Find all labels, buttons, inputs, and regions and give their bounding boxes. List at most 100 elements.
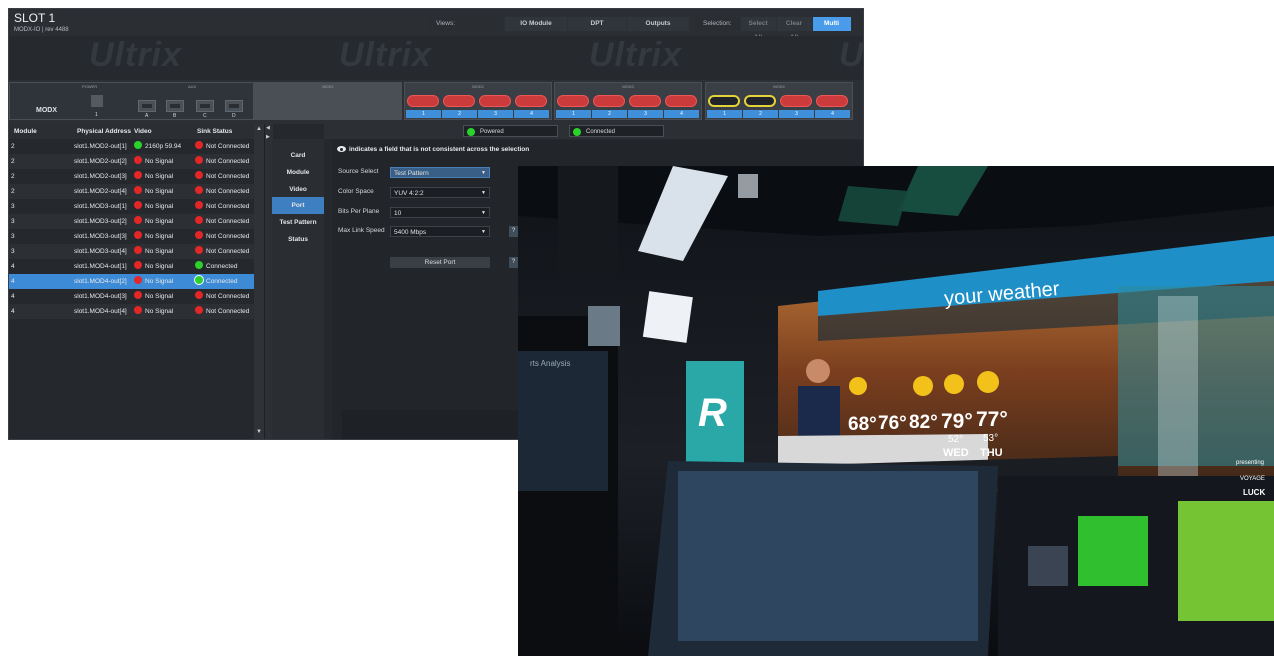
- sink-status-icon: [195, 261, 203, 269]
- panel-header: SLOT 1 MODX-IO | rev 4488 Views: IO Modu…: [9, 9, 863, 41]
- slot-subtitle: MODX-IO | rev 4488: [14, 27, 69, 33]
- port-indicator[interactable]: [557, 95, 589, 107]
- tab-port[interactable]: Port: [272, 197, 324, 214]
- scroll-down-icon[interactable]: ▼: [256, 429, 262, 435]
- sink-status-text: Not Connected: [206, 143, 250, 150]
- mod3-label: MOD3: [622, 84, 634, 89]
- port-number: 1: [707, 110, 742, 118]
- video-cell: No Signal: [134, 184, 173, 199]
- address-cell: slot1.MOD4-out[4]: [74, 308, 127, 315]
- aux-a-port[interactable]: [138, 100, 156, 112]
- low-temp-thu: 53°: [983, 433, 999, 444]
- table-row[interactable]: 3 slot1.MOD3-out[2] No Signal Not Connected: [9, 214, 264, 229]
- sink-cell: Not Connected: [195, 139, 249, 154]
- mod4-block: MOD4 1 2 3 4: [705, 82, 853, 120]
- select-all-button[interactable]: Select All: [740, 17, 776, 41]
- clear-all-button[interactable]: Clear All: [776, 17, 812, 41]
- video-status-icon: [134, 276, 142, 284]
- source-select-dropdown[interactable]: Test Pattern ▼: [390, 167, 490, 178]
- port-indicator[interactable]: [479, 95, 511, 107]
- table-row[interactable]: 4 slot1.MOD4-out[4] No Signal Not Connected: [9, 304, 264, 319]
- help-button[interactable]: ?: [509, 257, 518, 268]
- module-diagram: MODX POWER 1 AUX A B C D MOD1 MOD2 1 2 3: [9, 80, 863, 124]
- port-indicator[interactable]: [515, 95, 547, 107]
- aux-d-port[interactable]: [225, 100, 243, 112]
- port-indicator[interactable]: [665, 95, 697, 107]
- port-indicator[interactable]: [816, 95, 848, 107]
- table-row[interactable]: 2 slot1.MOD2-out[1] 2160p 59.94 Not Connect…: [9, 139, 264, 154]
- sink-status-icon: [195, 231, 203, 239]
- tab-video[interactable]: Video: [272, 181, 324, 198]
- outputs-button[interactable]: Outputs: [627, 17, 689, 31]
- tab-module[interactable]: Module: [272, 164, 324, 181]
- tab-test-pattern[interactable]: Test Pattern: [272, 214, 324, 231]
- table-row[interactable]: 4 slot1.MOD4-out[1] No Signal Connected: [9, 259, 264, 274]
- tab-status[interactable]: Status: [272, 231, 324, 248]
- video-status-text: No Signal: [145, 233, 174, 240]
- video-status-icon: [134, 291, 142, 299]
- col-address[interactable]: Physical Address: [77, 124, 131, 139]
- address-cell: slot1.MOD2-out[4]: [74, 188, 127, 195]
- table-row[interactable]: 2 slot1.MOD2-out[2] No Signal Not Connected: [9, 154, 264, 169]
- port-indicator[interactable]: [593, 95, 625, 107]
- chevron-down-icon: ▼: [481, 229, 486, 235]
- address-cell: slot1.MOD4-out[1]: [74, 263, 127, 270]
- bits-per-plane-dropdown[interactable]: 10 ▼: [390, 207, 490, 218]
- table-row[interactable]: 2 slot1.MOD2-out[4] No Signal Not Connected: [9, 184, 264, 199]
- aux-c-port[interactable]: [196, 100, 214, 112]
- io-module-button[interactable]: IO Module: [505, 17, 567, 31]
- video-cell: No Signal: [134, 229, 173, 244]
- table-row[interactable]: 3 slot1.MOD3-out[1] No Signal Not Connected: [9, 199, 264, 214]
- max-link-speed-dropdown[interactable]: 5400 Mbps ▼: [390, 226, 490, 237]
- sink-cell: Not Connected: [195, 184, 249, 199]
- expand-right-icon[interactable]: ▶: [266, 134, 270, 140]
- color-space-dropdown[interactable]: YUV 4:2:2 ▼: [390, 187, 490, 198]
- table-row[interactable]: 4 slot1.MOD4-out[2] No Signal Connected: [9, 274, 264, 289]
- sink-status-text: Connected: [206, 278, 238, 285]
- dpt-button[interactable]: DPT: [568, 17, 626, 31]
- port-indicator-selected[interactable]: [708, 95, 740, 107]
- table-row[interactable]: 4 slot1.MOD4-out[3] No Signal Not Connected: [9, 289, 264, 304]
- scroll-up-icon[interactable]: ▲: [256, 126, 262, 132]
- sink-status-text: Not Connected: [206, 293, 250, 300]
- address-cell: slot1.MOD3-out[1]: [74, 203, 127, 210]
- table-scrollbar[interactable]: ▲ ▼: [254, 124, 264, 439]
- sink-status-text: Not Connected: [206, 218, 250, 225]
- sink-cell: Not Connected: [195, 229, 249, 244]
- port-number: 4: [514, 110, 549, 118]
- inconsistency-note: indicates a field that is not consistent…: [337, 146, 529, 153]
- watermark-logo: Ultrix: [839, 36, 863, 74]
- video-status-text: No Signal: [145, 158, 174, 165]
- collapse-left-icon[interactable]: ◀: [266, 125, 270, 131]
- temp-1: 68°: [848, 414, 877, 435]
- table-row[interactable]: 2 slot1.MOD2-out[3] No Signal Not Connected: [9, 169, 264, 184]
- port-indicator-selected[interactable]: [744, 95, 776, 107]
- reset-port-button[interactable]: Reset Port: [390, 257, 490, 268]
- aux-b-port[interactable]: [166, 100, 184, 112]
- table-row[interactable]: 3 slot1.MOD3-out[4] No Signal Not Connected: [9, 244, 264, 259]
- multi-button[interactable]: Multi: [812, 17, 851, 31]
- port-indicator[interactable]: [443, 95, 475, 107]
- address-cell: slot1.MOD4-out[3]: [74, 293, 127, 300]
- power-label: POWER: [82, 84, 98, 89]
- col-video[interactable]: Video: [134, 124, 152, 139]
- port-indicator[interactable]: [629, 95, 661, 107]
- col-sink[interactable]: Sink Status: [197, 124, 232, 139]
- video-cell: 2160p 59.94: [134, 139, 181, 154]
- address-cell: slot1.MOD2-out[1]: [74, 143, 127, 150]
- port-indicator[interactable]: [780, 95, 812, 107]
- tab-card[interactable]: Card: [272, 147, 324, 164]
- video-status-icon: [134, 231, 142, 239]
- low-temp-wed: 52°: [948, 434, 964, 445]
- table-row[interactable]: 3 slot1.MOD3-out[3] No Signal Not Connected: [9, 229, 264, 244]
- address-cell: slot1.MOD2-out[2]: [74, 158, 127, 165]
- port-indicator[interactable]: [407, 95, 439, 107]
- col-module[interactable]: Module: [14, 124, 37, 139]
- sink-status-icon: [195, 216, 203, 224]
- sink-cell: Not Connected: [195, 289, 249, 304]
- source-select-value: Test Pattern: [394, 170, 429, 177]
- port-number: 1: [556, 110, 591, 118]
- help-button[interactable]: ?: [509, 226, 518, 237]
- video-status-icon: [134, 246, 142, 254]
- port-number: 3: [779, 110, 814, 118]
